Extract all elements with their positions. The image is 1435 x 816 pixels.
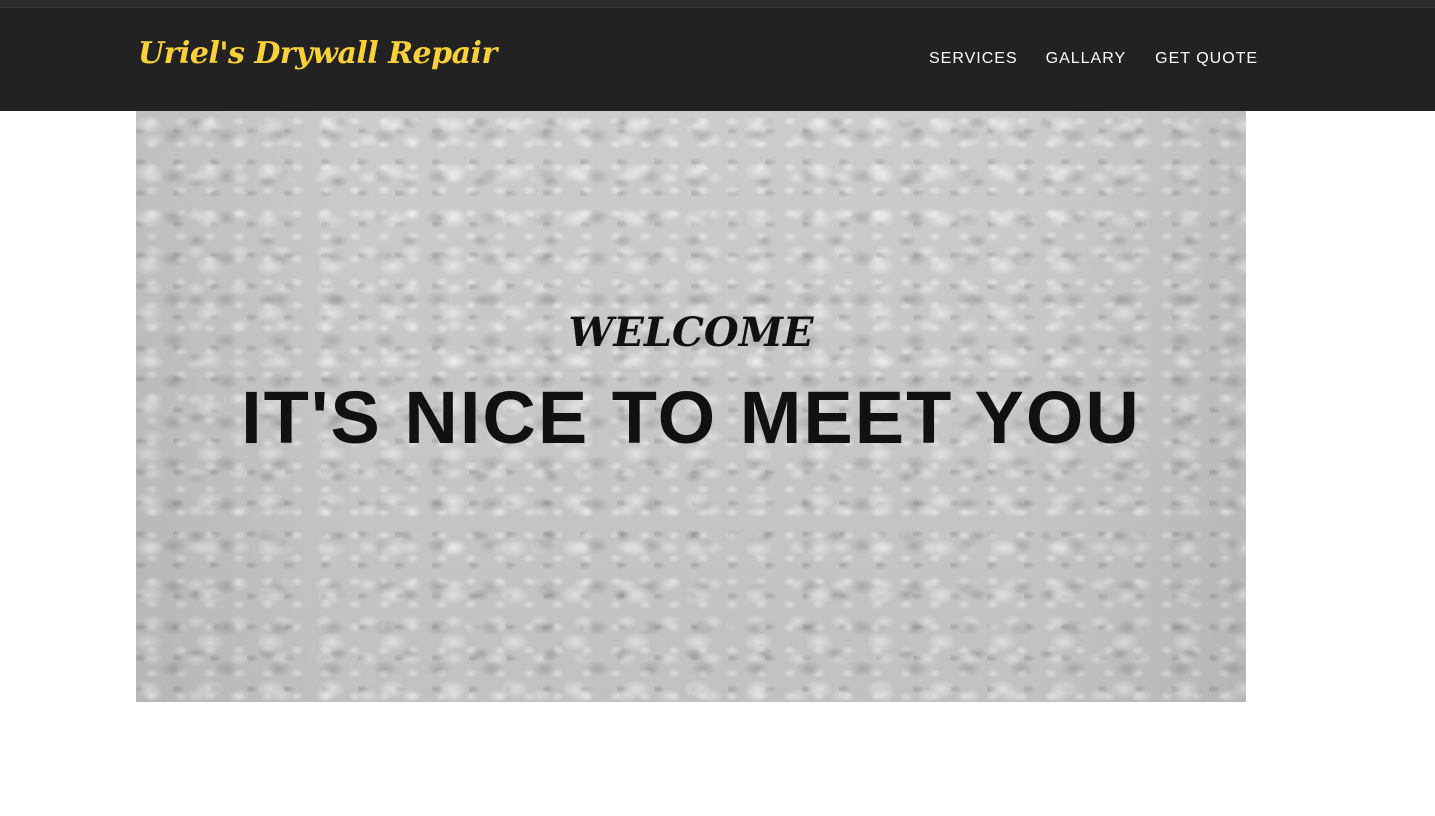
hero-heading: IT'S NICE TO MEET YOU [241, 376, 1141, 459]
header-top-strip [0, 0, 1435, 8]
main-nav: SERVICES GALLARY GET QUOTE [929, 49, 1258, 69]
nav-link-services[interactable]: SERVICES [929, 49, 1018, 69]
hero-banner: WELCOME IT'S NICE TO MEET YOU [136, 111, 1246, 702]
nav-link-gallary[interactable]: GALLARY [1046, 49, 1127, 69]
nav-link-get-quote[interactable]: GET QUOTE [1155, 49, 1258, 69]
hero-subheading: WELCOME [568, 309, 814, 356]
brand-logo-link[interactable]: Uriel's Drywall Repair [138, 36, 497, 71]
site-header: Uriel's Drywall Repair SERVICES GALLARY … [0, 0, 1435, 111]
